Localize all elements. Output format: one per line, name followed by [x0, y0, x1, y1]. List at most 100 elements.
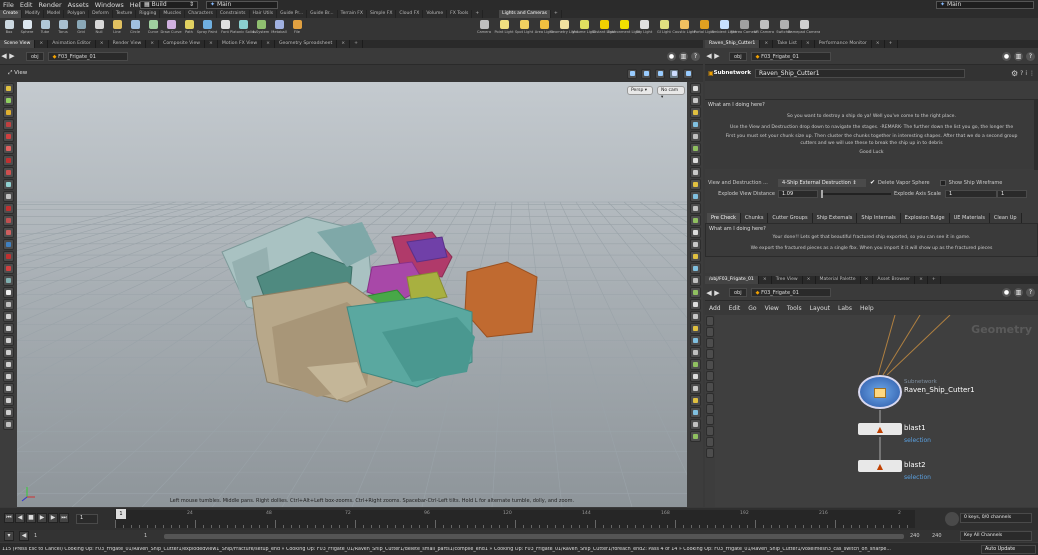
key-icon[interactable] — [945, 512, 959, 526]
path-node[interactable]: ◆ F03_Frigate_01 — [47, 51, 128, 61]
tool-16[interactable]: File — [288, 18, 306, 40]
shelf-tab[interactable]: Texture — [113, 10, 137, 18]
net-tool-12[interactable] — [706, 448, 714, 458]
net-menu-item[interactable]: Help — [856, 303, 878, 314]
close-tab-icon[interactable]: × — [803, 276, 816, 284]
shelf-tab[interactable]: Guide Br... — [307, 10, 338, 18]
explode-slider[interactable] — [821, 189, 891, 198]
close-tab-icon[interactable]: × — [96, 40, 109, 48]
viewport-tool-27[interactable] — [3, 407, 14, 418]
jump-end-icon[interactable]: ⏭ — [59, 513, 69, 523]
display-tool-27[interactable] — [689, 407, 701, 418]
add-tab-icon[interactable]: + — [551, 10, 562, 18]
net-menu-item[interactable]: Layout — [806, 303, 834, 314]
network-view[interactable]: Geometry Subnetwork Raven_Ship_Cutter1 ▲… — [715, 315, 1038, 507]
parm-tab[interactable]: Pre Check — [707, 213, 741, 223]
close-tab-icon[interactable]: × — [205, 40, 218, 48]
back-arrow-icon[interactable]: ◀ — [705, 52, 713, 60]
close-tab-icon[interactable]: × — [262, 40, 275, 48]
scene-viewport[interactable]: Left mouse tumbles. Middle pans. Right d… — [17, 82, 687, 507]
viewport-tool-22[interactable] — [3, 347, 14, 358]
explode-field[interactable]: 1.09 — [778, 189, 818, 198]
desk-right-dropdown[interactable]: ✦ Main — [936, 1, 1034, 9]
viewport-tool-2[interactable] — [3, 107, 14, 118]
panel-tab[interactable]: Composite View — [159, 40, 206, 48]
net-tool-2[interactable] — [706, 338, 714, 348]
viewport-tool-20[interactable] — [3, 323, 14, 334]
add-tab-icon[interactable]: + — [350, 40, 363, 48]
viewport-tool-1[interactable] — [3, 95, 14, 106]
display-tool-19[interactable] — [689, 311, 701, 322]
display-tool-13[interactable] — [689, 239, 701, 250]
add-tab-icon[interactable]: + — [885, 40, 898, 48]
range-start2[interactable]: 1 — [144, 533, 164, 539]
tool-1[interactable]: Sphere — [18, 18, 36, 40]
tool-r-0[interactable]: Camera — [474, 18, 494, 40]
net-tool-3[interactable] — [706, 349, 714, 359]
panel-tab[interactable]: Motion FX View — [218, 40, 263, 48]
viewport-tool-9[interactable] — [3, 191, 14, 202]
tool-7[interactable]: Circle — [126, 18, 144, 40]
tool-r-4[interactable]: Geometry Light — [550, 18, 578, 40]
viewport-tool-17[interactable] — [3, 287, 14, 298]
tool-r-3[interactable]: Area Light — [534, 18, 554, 40]
net-tool-7[interactable] — [706, 393, 714, 403]
tool-15[interactable]: Metaball — [270, 18, 288, 40]
display-opt-icon[interactable] — [627, 68, 637, 79]
panel-tab[interactable]: Material Palette — [816, 276, 861, 284]
viewport-tool-11[interactable] — [3, 215, 14, 226]
range-end2[interactable]: 240 — [932, 533, 946, 539]
display-tool-6[interactable] — [689, 155, 701, 166]
tool-r-16[interactable]: Gamepad Camera — [788, 18, 820, 40]
snap-icon[interactable] — [655, 68, 665, 79]
tool-r-10[interactable]: Caustic Light — [672, 18, 696, 40]
shelf-tab[interactable]: Muscles — [160, 10, 186, 18]
display-tool-3[interactable] — [689, 119, 701, 130]
net-menu-item[interactable]: Tools — [783, 303, 806, 314]
display-tool-22[interactable] — [689, 347, 701, 358]
tool-9[interactable]: Draw Curve — [160, 18, 182, 40]
display-tool-17[interactable] — [689, 287, 701, 298]
parm-tab[interactable]: Ship Internals — [857, 213, 901, 223]
back-arrow-icon[interactable]: ◀ — [705, 289, 713, 297]
parm-tab[interactable]: Chunks — [740, 213, 769, 223]
net-menu-item[interactable]: Edit — [725, 303, 745, 314]
tool-4[interactable]: Grid — [72, 18, 90, 40]
shelf-tab[interactable]: Constraints — [217, 10, 250, 18]
tool-2[interactable]: Tube — [36, 18, 54, 40]
shelf-tab[interactable]: Cloud FX — [396, 10, 424, 18]
tool-14[interactable]: L-System — [252, 18, 270, 40]
viewport-tool-13[interactable] — [3, 239, 14, 250]
shelf-tab[interactable]: Hair Utils — [250, 10, 278, 18]
help-icon[interactable]: ? — [691, 51, 700, 61]
parm-tab[interactable]: Explosion Bulge — [900, 213, 950, 223]
panel-tab[interactable]: Animation Editor — [48, 40, 96, 48]
panel-tab[interactable]: Tree View — [772, 276, 803, 284]
net-tool-10[interactable] — [706, 426, 714, 436]
viewport-tool-12[interactable] — [3, 227, 14, 238]
net-tool-8[interactable] — [706, 404, 714, 414]
parm-tab[interactable]: Cutter Groups — [768, 213, 813, 223]
viewport-tool-15[interactable] — [3, 263, 14, 274]
back-arrow-icon[interactable]: ◀ — [0, 52, 8, 60]
display-tool-4[interactable] — [689, 131, 701, 142]
net-tool-0[interactable] — [706, 316, 714, 326]
panel-tab[interactable]: Geometry Spreadsheet — [275, 40, 338, 48]
tool-12[interactable]: Font — [216, 18, 234, 40]
play-icon[interactable]: ▶ — [37, 513, 47, 523]
gear-icon[interactable]: ⚙ — [1011, 69, 1018, 78]
display-tool-18[interactable] — [689, 299, 701, 310]
display-tool-25[interactable] — [689, 383, 701, 394]
viewport-tool-6[interactable] — [3, 155, 14, 166]
help-icon[interactable]: ? — [1020, 70, 1023, 77]
panel-tab[interactable]: Raven_Ship_Cutter1 — [705, 40, 761, 48]
vapor-checkbox[interactable]: ✔ — [870, 179, 875, 186]
shelf-tab[interactable]: FX Tools — [447, 10, 473, 18]
viewport-tool-23[interactable] — [3, 359, 14, 370]
blast2-node[interactable]: ▲ — [858, 460, 902, 472]
scale-y-field[interactable]: 1 — [997, 189, 1027, 198]
tool-r-1[interactable]: Point Light — [494, 18, 514, 40]
viewport-tool-18[interactable] — [3, 299, 14, 310]
display-tool-0[interactable] — [689, 83, 701, 94]
tool-8[interactable]: Curve — [144, 18, 162, 40]
